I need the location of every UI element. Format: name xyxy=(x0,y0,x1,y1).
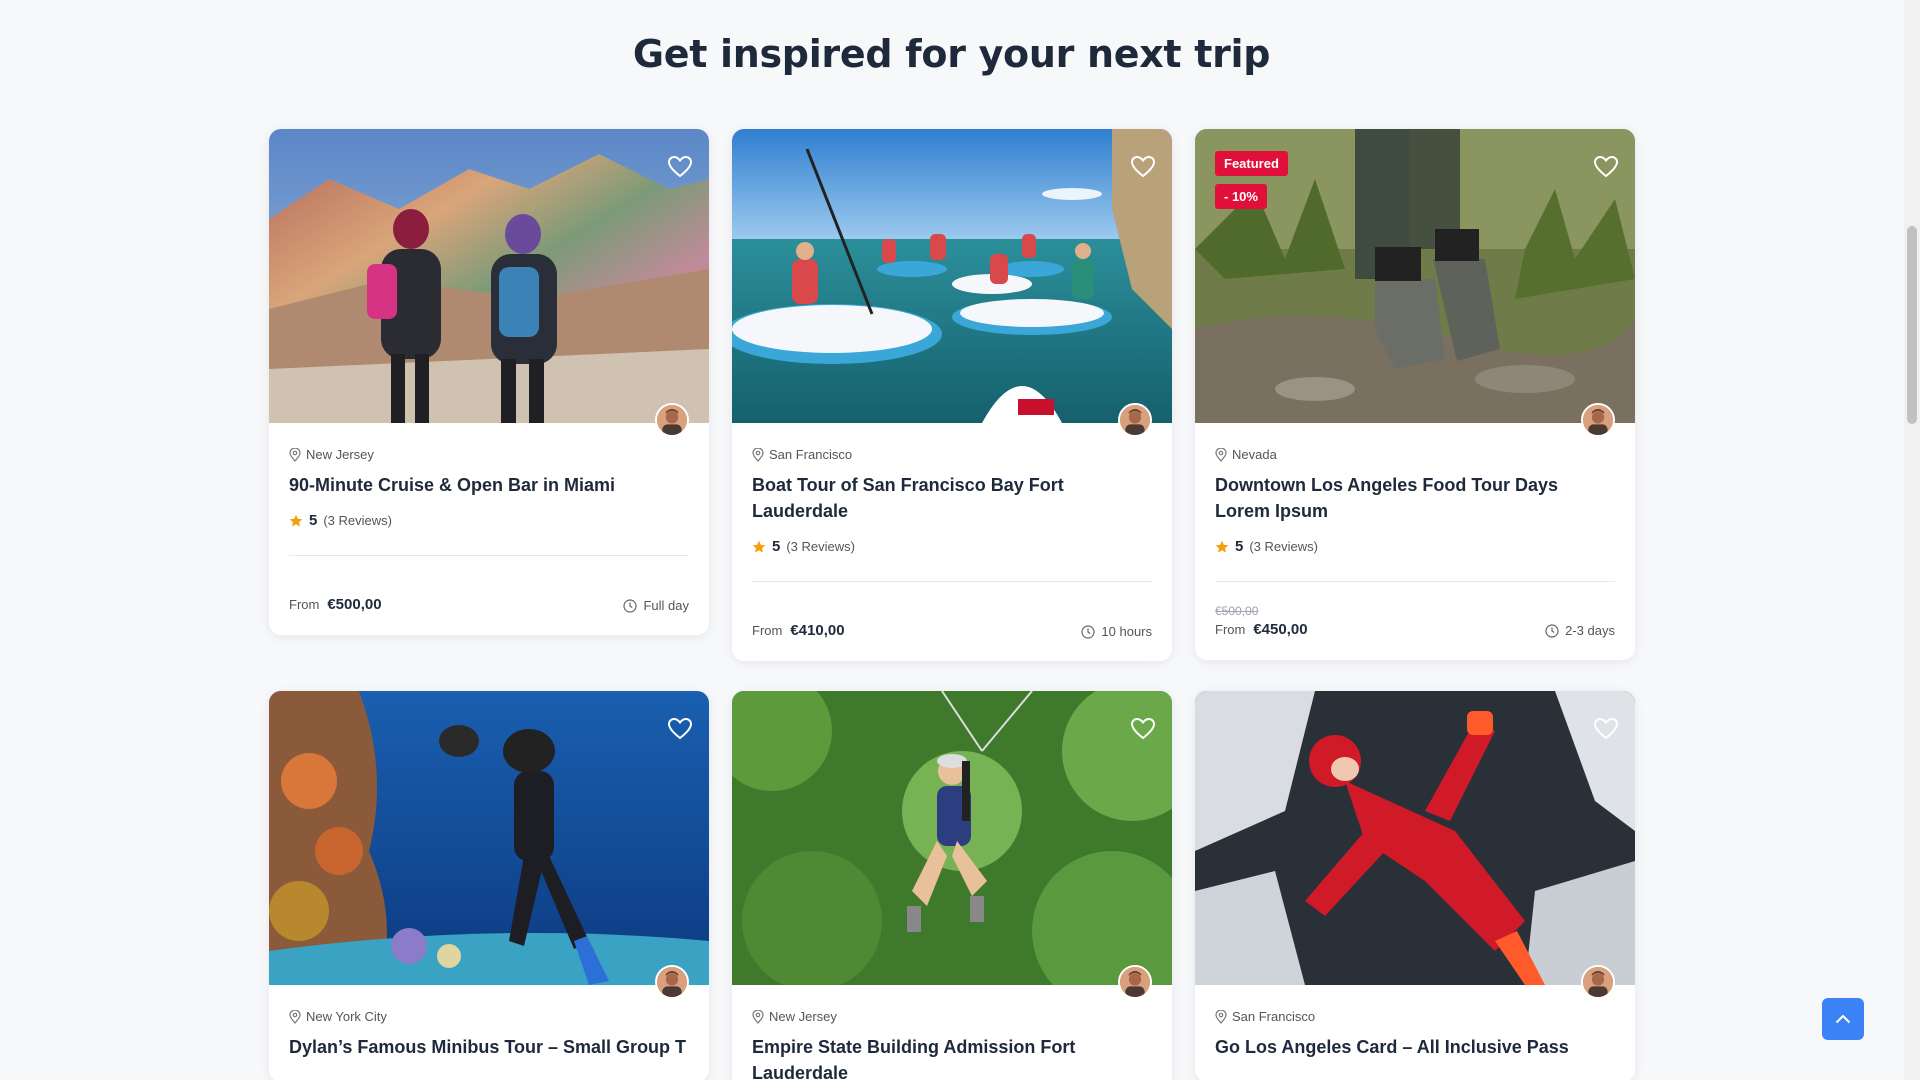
rating-score: 5 xyxy=(1235,538,1244,555)
tour-price: From €500,00 xyxy=(289,596,382,613)
review-count: (3 Reviews) xyxy=(323,513,392,528)
clock-icon xyxy=(1545,623,1559,638)
star-icon xyxy=(752,540,766,553)
tour-location: New Jersey xyxy=(289,447,689,462)
section-title: Get inspired for your next trip xyxy=(632,32,1271,76)
price-prefix: From xyxy=(752,623,783,638)
heart-icon[interactable] xyxy=(667,717,693,741)
tour-duration: 10 hours xyxy=(1081,624,1152,639)
heart-icon[interactable] xyxy=(1130,155,1156,179)
duration-text: 2-3 days xyxy=(1565,623,1615,638)
tour-card[interactable]: New Jersey 90-Minute Cruise & Open Bar i… xyxy=(269,129,709,635)
chevron-up-icon xyxy=(1835,1014,1851,1024)
host-avatar[interactable] xyxy=(1118,403,1152,437)
price-amount: €450,00 xyxy=(1253,621,1308,638)
tour-card[interactable]: Featured - 10% Nevada Downtown Los Angel… xyxy=(1195,129,1635,660)
location-text: Nevada xyxy=(1232,447,1277,462)
tour-duration: 2-3 days xyxy=(1545,623,1615,638)
clock-icon xyxy=(623,598,638,613)
tour-rating: 5 (3 Reviews) xyxy=(289,512,689,529)
tour-title[interactable]: Dylan’s Famous Minibus Tour – Small Grou… xyxy=(289,1034,689,1060)
rating-score: 5 xyxy=(772,538,781,555)
tour-image[interactable]: Featured - 10% xyxy=(1195,129,1635,423)
tour-grid: New Jersey 90-Minute Cruise & Open Bar i… xyxy=(269,129,1635,1080)
host-avatar[interactable] xyxy=(1581,965,1615,999)
tour-title[interactable]: 90-Minute Cruise & Open Bar in Miami xyxy=(289,472,689,498)
price-amount: €500,00 xyxy=(327,596,382,613)
tour-title[interactable]: Downtown Los Angeles Food Tour Days Lore… xyxy=(1215,472,1615,524)
tour-price: From €410,00 xyxy=(752,622,845,639)
tour-image[interactable] xyxy=(269,129,709,423)
tour-location: San Francisco xyxy=(752,447,1152,462)
tour-image[interactable] xyxy=(732,129,1172,423)
tour-location: Nevada xyxy=(1215,447,1615,462)
star-icon xyxy=(1215,540,1229,553)
tour-location: New Jersey xyxy=(752,1009,1152,1024)
tour-title[interactable]: Empire State Building Admission Fort Lau… xyxy=(752,1034,1152,1080)
tour-card[interactable]: New York City Dylan’s Famous Minibus Tou… xyxy=(269,691,709,1080)
tour-title[interactable]: Go Los Angeles Card – All Inclusive Pass xyxy=(1215,1034,1615,1060)
tour-price: €500,00 From €450,00 xyxy=(1215,604,1308,638)
review-count: (3 Reviews) xyxy=(1249,539,1318,554)
location-text: New York City xyxy=(306,1009,387,1024)
heart-icon[interactable] xyxy=(667,155,693,179)
ice-floating-photo xyxy=(1195,691,1635,985)
heart-icon[interactable] xyxy=(1593,155,1619,179)
card-divider xyxy=(1215,581,1615,582)
card-divider xyxy=(289,555,689,556)
tour-rating: 5 (3 Reviews) xyxy=(1215,538,1615,555)
tour-location: New York City xyxy=(289,1009,689,1024)
page-scrollbar[interactable] xyxy=(1904,0,1920,1080)
scrollbar-thumb[interactable] xyxy=(1907,226,1917,424)
tour-image[interactable] xyxy=(732,691,1172,985)
location-text: San Francisco xyxy=(769,447,853,462)
scuba-diving-photo xyxy=(269,691,709,985)
duration-text: Full day xyxy=(643,598,689,613)
zipline-photo xyxy=(732,691,1172,985)
tour-location: San Francisco xyxy=(1215,1009,1615,1024)
tour-image[interactable] xyxy=(1195,691,1635,985)
map-pin-icon xyxy=(289,447,301,462)
tour-card[interactable]: New Jersey Empire State Building Admissi… xyxy=(732,691,1172,1080)
host-avatar[interactable] xyxy=(1118,965,1152,999)
tour-image[interactable] xyxy=(269,691,709,985)
star-icon xyxy=(289,514,303,527)
heart-icon[interactable] xyxy=(1593,717,1619,741)
host-avatar[interactable] xyxy=(655,965,689,999)
rainbow-mountain-photo xyxy=(269,129,709,423)
tour-title[interactable]: Boat Tour of San Francisco Bay Fort Laud… xyxy=(752,472,1152,524)
paddleboard-photo xyxy=(732,129,1172,423)
review-count: (3 Reviews) xyxy=(786,539,855,554)
price-prefix: From xyxy=(1215,622,1246,637)
clock-icon xyxy=(1081,624,1096,639)
host-avatar[interactable] xyxy=(655,403,689,437)
map-pin-icon xyxy=(752,447,764,462)
price-amount: €410,00 xyxy=(790,622,845,639)
map-pin-icon xyxy=(1215,1009,1227,1024)
rating-score: 5 xyxy=(309,512,318,529)
back-to-top-button[interactable] xyxy=(1822,998,1864,1040)
host-avatar[interactable] xyxy=(1581,403,1615,437)
price-prefix: From xyxy=(289,597,320,612)
duration-text: 10 hours xyxy=(1101,624,1152,639)
map-pin-icon xyxy=(752,1009,764,1024)
tour-rating: 5 (3 Reviews) xyxy=(752,538,1152,555)
map-pin-icon xyxy=(289,1009,301,1024)
location-text: New Jersey xyxy=(306,447,374,462)
old-price: €500,00 xyxy=(1215,604,1259,618)
tour-card[interactable]: San Francisco Go Los Angeles Card – All … xyxy=(1195,691,1635,1080)
tour-duration: Full day xyxy=(623,598,689,613)
map-pin-icon xyxy=(1215,447,1227,462)
location-text: San Francisco xyxy=(1232,1009,1316,1024)
location-text: New Jersey xyxy=(769,1009,837,1024)
discount-badge: - 10% xyxy=(1215,184,1267,209)
card-divider xyxy=(752,581,1152,582)
tour-card[interactable]: San Francisco Boat Tour of San Francisco… xyxy=(732,129,1172,661)
heart-icon[interactable] xyxy=(1130,717,1156,741)
featured-badge: Featured xyxy=(1215,151,1288,176)
